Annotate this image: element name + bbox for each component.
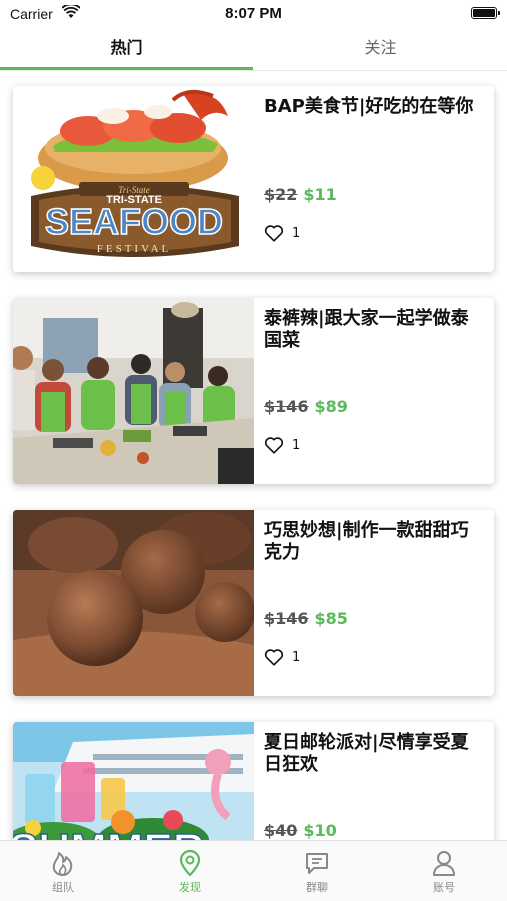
seafood-festival-subtitle: FESTIVAL <box>97 243 172 255</box>
like-row: 1 <box>264 223 300 243</box>
price-row: $40 $10 <box>264 821 337 840</box>
nav-label: 组队 <box>52 881 74 894</box>
price-row: $146 $85 <box>264 609 348 628</box>
discount-price: $10 <box>303 821 337 840</box>
nav-item-discover[interactable]: 发现 <box>127 841 253 901</box>
event-title: 泰裤辣|跟大家一起学做泰国菜 <box>264 308 469 351</box>
nav-item-group-chat[interactable]: 群聊 <box>254 841 380 901</box>
status-bar: Carrier 8:07 PM <box>0 0 507 30</box>
price-row: $146 $89 <box>264 397 348 416</box>
heart-icon[interactable] <box>264 224 284 242</box>
event-title: 夏日邮轮派对|尽情享受夏日狂欢 <box>264 732 469 775</box>
seafood-festival-image: Tri-State TRI-STATE SEAFOOD FESTIVAL <box>13 86 254 272</box>
like-count: 1 <box>292 649 301 665</box>
like-count: 1 <box>292 225 301 241</box>
original-price: $22 <box>264 185 298 204</box>
cooking-class-image <box>13 298 254 484</box>
discount-price: $11 <box>303 185 337 204</box>
event-title: BAP美食节|好吃的在等你 <box>264 96 474 117</box>
event-card[interactable]: 泰裤辣|跟大家一起学做泰国菜 $146 $89 1 <box>13 298 494 484</box>
discount-price: $89 <box>314 397 348 416</box>
event-feed[interactable]: Tri-State TRI-STATE SEAFOOD FESTIVAL BAP… <box>0 70 507 840</box>
original-price: $40 <box>264 821 298 840</box>
nav-label: 账号 <box>433 881 455 894</box>
seafood-festival-wordmark: SEAFOOD <box>45 201 223 242</box>
summer-cruise-image: SUMMER <box>13 722 254 840</box>
flame-icon <box>52 852 73 876</box>
user-icon <box>433 851 455 876</box>
nav-item-account[interactable]: 账号 <box>381 841 507 901</box>
chat-bubble-icon <box>306 853 328 874</box>
top-tabs: 热门 关注 <box>0 30 507 71</box>
tab-following[interactable]: 关注 <box>254 30 507 70</box>
battery-icon <box>471 7 500 19</box>
nav-label: 群聊 <box>306 881 328 894</box>
nav-label: 发现 <box>179 881 201 894</box>
event-card[interactable]: SUMMER 夏日邮轮派对|尽情享受夏日狂欢 $40 $10 <box>13 722 494 840</box>
summer-wordmark: SUMMER <box>13 825 205 840</box>
original-price: $146 <box>264 609 309 628</box>
bottom-tab-bar: 组队 发现 群聊 账号 <box>0 840 507 901</box>
price-row: $22 $11 <box>264 185 337 204</box>
like-row: 1 <box>264 647 300 667</box>
event-card[interactable]: 巧思妙想|制作一款甜甜巧克力 $146 $85 1 <box>13 510 494 696</box>
status-time: 8:07 PM <box>225 5 282 22</box>
chocolate-truffle-image <box>13 510 254 696</box>
event-title: 巧思妙想|制作一款甜甜巧克力 <box>264 520 469 563</box>
nav-item-team[interactable]: 组队 <box>0 841 126 901</box>
like-count: 1 <box>292 437 301 453</box>
original-price: $146 <box>264 397 309 416</box>
event-card[interactable]: Tri-State TRI-STATE SEAFOOD FESTIVAL BAP… <box>13 86 494 272</box>
heart-icon[interactable] <box>264 648 284 666</box>
location-pin-icon <box>179 849 201 877</box>
discount-price: $85 <box>314 609 348 628</box>
like-row: 1 <box>264 435 300 455</box>
tab-hot[interactable]: 热门 <box>0 30 253 70</box>
heart-icon[interactable] <box>264 436 284 454</box>
